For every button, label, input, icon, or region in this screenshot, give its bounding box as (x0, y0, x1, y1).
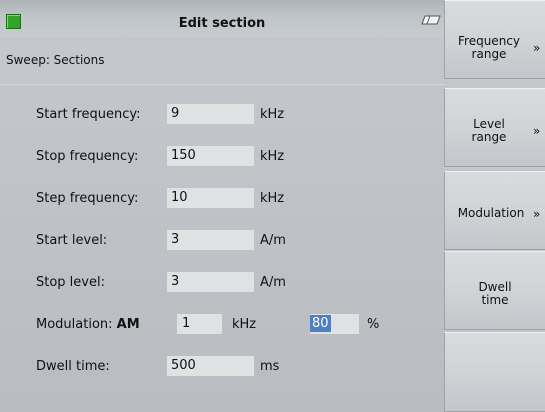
softkey-modulation-line1: Modulation (457, 206, 525, 220)
start-frequency-label: Start frequency: (36, 107, 141, 122)
chevron-right-icon: » (533, 207, 541, 221)
softkey-dwell-time-line2: time (481, 293, 509, 307)
chevron-right-icon: » (533, 124, 541, 138)
dwell-time-label: Dwell time: (36, 359, 110, 374)
start-level-row: Start level: 3 A/m (0, 230, 444, 252)
softkey-frequency-range-line2: range (471, 47, 507, 61)
softkey-dwell-time[interactable]: Dwell time (444, 251, 545, 330)
softkey-frequency-range[interactable]: Frequency range » (444, 0, 545, 79)
start-frequency-unit: kHz (260, 107, 285, 122)
divider (0, 84, 444, 85)
sweep-subtitle: Sweep: Sections (6, 53, 105, 67)
start-frequency-field[interactable]: 9 (167, 104, 254, 124)
start-level-field[interactable]: 3 (167, 230, 254, 250)
chevron-right-icon: » (533, 41, 541, 55)
modulation-type[interactable]: AM (117, 317, 140, 332)
stop-level-field[interactable]: 3 (167, 272, 254, 292)
step-frequency-label: Step frequency: (36, 191, 139, 206)
modulation-rate-field[interactable]: 1 (177, 314, 222, 334)
dwell-time-row: Dwell time: 500 ms (0, 356, 444, 378)
stop-frequency-label: Stop frequency: (36, 149, 139, 164)
step-frequency-unit: kHz (260, 191, 285, 206)
start-level-label: Start level: (36, 233, 108, 248)
modulation-depth-field[interactable]: 80 (310, 314, 359, 334)
title-bar: Edit section (0, 0, 444, 37)
stop-level-label: Stop level: (36, 275, 105, 290)
softkey-level-range[interactable]: Level range » (444, 88, 545, 167)
eraser-icon[interactable] (421, 15, 441, 25)
window-title: Edit section (178, 16, 266, 31)
stop-frequency-row: Stop frequency: 150 kHz (0, 146, 444, 168)
modulation-label: Modulation: AM (36, 317, 140, 332)
modulation-depth-unit: % (367, 317, 380, 332)
modulation-row: Modulation: AM 1 kHz 80 % (0, 314, 444, 336)
step-frequency-field[interactable]: 10 (167, 188, 254, 208)
step-frequency-row: Step frequency: 10 kHz (0, 188, 444, 210)
start-frequency-row: Start frequency: 9 kHz (0, 104, 444, 126)
modulation-label-text: Modulation: (36, 317, 113, 332)
stop-frequency-field[interactable]: 150 (167, 146, 254, 166)
softkey-level-range-line2: range (471, 130, 507, 144)
softkey-empty[interactable] (444, 332, 545, 412)
stop-level-row: Stop level: 3 A/m (0, 272, 444, 294)
stop-frequency-unit: kHz (260, 149, 285, 164)
dwell-time-unit: ms (260, 359, 280, 374)
start-level-unit: A/m (260, 233, 286, 248)
dwell-time-field[interactable]: 500 (167, 356, 254, 376)
softkey-modulation[interactable]: Modulation » (444, 171, 545, 250)
stop-level-unit: A/m (260, 275, 286, 290)
modulation-rate-unit: kHz (232, 317, 257, 332)
edit-section-panel: Edit section Sweep: Sections Start frequ… (0, 0, 444, 412)
modulation-depth-value[interactable]: 80 (310, 315, 331, 332)
